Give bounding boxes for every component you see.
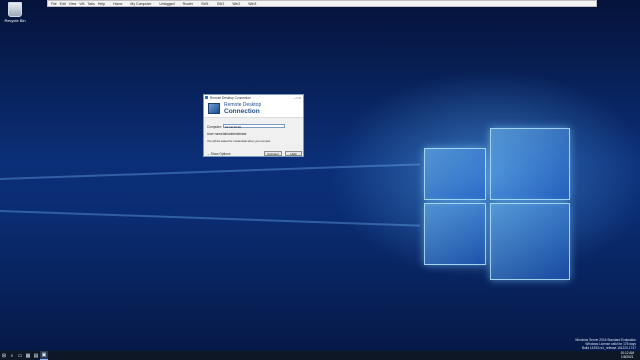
menu-edit[interactable]: Edit — [60, 2, 66, 6]
tab-win3[interactable]: Win3 — [248, 2, 256, 6]
recycle-bin-label: Recycle Bin — [4, 18, 26, 23]
credentials-note: You will be asked for credentials when y… — [207, 139, 271, 143]
menu-tabs[interactable]: Tabs — [87, 2, 94, 6]
show-options-label: Show Options — [210, 152, 231, 156]
clock-date: 1/5/2021 — [621, 354, 634, 359]
remote-desktop-dialog: Remote Desktop Connection – □ × Remote D… — [203, 94, 304, 157]
computer-input[interactable]: 10.10.10.10 — [223, 124, 285, 129]
vm-toolbar: File Edit View VM Tabs Help Home My Comp… — [47, 0, 597, 7]
light-beam — [0, 210, 420, 227]
rdp-logo-icon — [208, 103, 220, 114]
light-beam — [0, 163, 420, 180]
windows-logo-icon[interactable]: ⊞ — [0, 351, 8, 360]
tab-sw2[interactable]: SW2 — [217, 2, 225, 6]
recycle-bin-icon — [8, 2, 22, 17]
dialog-title: Remote Desktop Connection — [210, 95, 251, 100]
tab-router[interactable]: Router — [183, 2, 194, 6]
tab-my-computer[interactable]: My Computer — [130, 2, 151, 6]
remote-desktop-icon[interactable]: ▣ — [40, 351, 48, 360]
watermark-line3: Build 14393.rs1_release.161220-1747 — [581, 346, 636, 350]
banner-line2: Connection — [224, 108, 260, 115]
tab-sw1[interactable]: SW1 — [201, 2, 209, 6]
windows-logo-pane — [490, 128, 570, 200]
tab-untagged[interactable]: Untagged — [159, 2, 174, 6]
tab-home[interactable]: Home — [113, 2, 122, 6]
taskbar: ⊞ ⌕ ▭ ▦ ▤ ▣ 10:12 AM 1/5/2021 — [0, 351, 640, 360]
show-options-toggle[interactable]: ⌄ Show Options — [207, 152, 230, 156]
username-label: User name: — [207, 132, 224, 136]
server-manager-icon[interactable]: ▦ — [24, 351, 32, 360]
windows-logo-pane — [490, 203, 570, 280]
username-value: lab\administrator — [223, 132, 247, 136]
menu-vm[interactable]: VM — [79, 2, 84, 6]
file-explorer-icon[interactable]: ▤ — [32, 351, 40, 360]
task-view-icon[interactable]: ▭ — [16, 351, 24, 360]
system-clock[interactable]: 10:12 AM 1/5/2021 — [621, 351, 634, 359]
window-controls[interactable]: – □ × — [294, 96, 301, 100]
connect-button[interactable]: Connect — [264, 151, 282, 156]
windows-logo-pane — [424, 203, 486, 265]
desktop-background — [0, 0, 640, 360]
menu-view[interactable]: View — [69, 2, 77, 6]
computer-label: Computer: — [207, 125, 222, 129]
chevron-down-icon: ⌄ — [207, 152, 210, 156]
menu-file[interactable]: File — [51, 2, 57, 6]
tab-win2[interactable]: Win2 — [232, 2, 240, 6]
dialog-banner: Remote Desktop Connection — [204, 100, 303, 118]
os-watermark: Windows Server 2016 Standard Evaluation … — [575, 338, 636, 350]
help-button[interactable]: Help — [285, 151, 302, 156]
search-icon[interactable]: ⌕ — [8, 351, 16, 360]
rdp-app-icon — [205, 96, 208, 99]
recycle-bin-shortcut[interactable]: Recycle Bin — [2, 2, 28, 23]
windows-logo-pane — [424, 148, 486, 200]
menu-help[interactable]: Help — [98, 2, 105, 6]
